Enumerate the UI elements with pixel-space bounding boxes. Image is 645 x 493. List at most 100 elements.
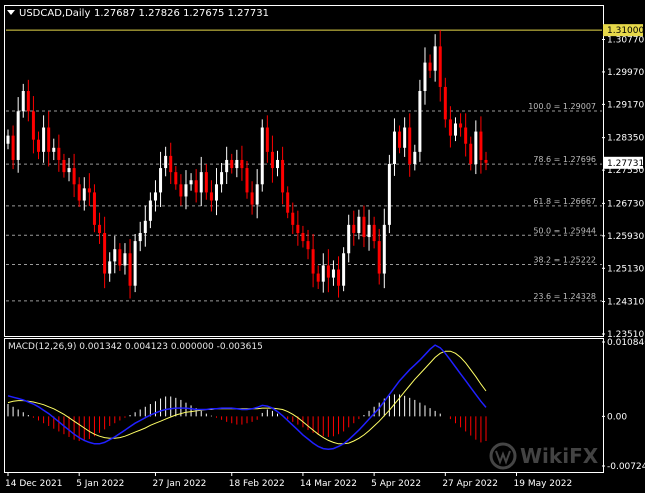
candle-body xyxy=(209,192,213,201)
fib-label: 61.8 = 1.26667 xyxy=(533,197,596,206)
candle-body xyxy=(306,241,310,250)
date-tick-label: 5 Apr 2022 xyxy=(371,479,421,489)
candle-body xyxy=(418,90,422,152)
candle-body xyxy=(448,119,452,136)
candle-body xyxy=(225,159,229,173)
candle-body xyxy=(433,46,437,71)
candle-body xyxy=(255,184,259,205)
price-tick-label: 1.24310 xyxy=(607,298,644,308)
candle-body xyxy=(77,184,81,201)
candle-body xyxy=(31,111,35,140)
candle-body xyxy=(362,216,366,238)
candle-body xyxy=(235,159,239,169)
candle-body xyxy=(286,192,290,213)
candle-body xyxy=(230,159,234,169)
candle-body xyxy=(276,159,280,169)
macd-tick-label: -0.00724 xyxy=(607,462,645,472)
price-tick-label: 1.28350 xyxy=(607,134,644,144)
candle-body xyxy=(443,86,447,120)
macd-line xyxy=(7,344,487,451)
date-tick-label: 27 Apr 2022 xyxy=(442,479,498,489)
candle-body xyxy=(398,131,402,148)
candle-body xyxy=(265,127,269,152)
candle-body xyxy=(21,90,25,112)
price-tick-label: 1.26730 xyxy=(607,199,644,209)
candle-body xyxy=(382,224,386,274)
symbol-title: USDCAD,Daily xyxy=(19,8,90,19)
candle-body xyxy=(103,232,107,274)
wikifx-logo xyxy=(489,442,517,470)
candle-body xyxy=(174,172,178,185)
candle-body xyxy=(138,232,142,242)
date-tick-label: 19 May 2022 xyxy=(514,479,573,489)
candle-body xyxy=(459,123,463,128)
candle-body xyxy=(377,241,381,274)
fib-label: 50.0 = 1.25944 xyxy=(533,226,596,235)
price-tick-label: 1.25930 xyxy=(607,232,644,242)
candle-body xyxy=(108,261,112,274)
candle-body xyxy=(311,249,315,274)
candle-body xyxy=(423,62,427,91)
candle-body xyxy=(220,172,224,185)
candle-body xyxy=(194,180,198,193)
candle-body xyxy=(87,188,91,193)
candle-body xyxy=(169,155,173,173)
chevron-down-icon[interactable] xyxy=(7,10,15,15)
candle-body xyxy=(52,147,56,152)
chart-canvas: USDCAD,Daily 1.27687 1.27826 1.27675 1.2… xyxy=(4,5,645,489)
candle-body xyxy=(326,265,330,278)
candle-body xyxy=(47,127,51,152)
ohlc-values: 1.27687 1.27826 1.27675 1.27731 xyxy=(94,8,269,19)
candle-body xyxy=(392,131,396,165)
current-price-label: 1.27731 xyxy=(607,159,644,169)
candle-body xyxy=(245,168,249,193)
candle-body xyxy=(98,224,102,233)
candle-body xyxy=(62,159,66,173)
macd-tick-label: 0.00 xyxy=(607,412,627,422)
candle-body xyxy=(184,184,188,197)
fib-label: 38.2 = 1.25222 xyxy=(533,256,596,265)
price-panel-border xyxy=(4,5,604,337)
candle-body xyxy=(342,253,346,286)
candle-body xyxy=(428,62,432,71)
candle-body xyxy=(118,249,122,266)
candle-body xyxy=(189,180,193,185)
macd-tick-label: 0.010846 xyxy=(607,338,645,348)
candle-body xyxy=(316,273,320,282)
candle-body xyxy=(453,123,457,136)
candle-body xyxy=(337,269,341,286)
macd-label: MACD(12,26,9) 0.001342 0.004123 0.000000… xyxy=(8,342,263,352)
candle-body xyxy=(6,135,10,144)
candle-body xyxy=(464,127,468,144)
candle-body xyxy=(352,224,356,233)
candle-body xyxy=(413,151,417,165)
candle-body xyxy=(469,143,473,165)
price-tick-label: 1.25130 xyxy=(607,264,644,274)
candle-body xyxy=(128,253,132,286)
candle-body xyxy=(159,168,163,193)
resistance-price-label: 1.31000 xyxy=(607,26,644,36)
candle-body xyxy=(474,131,478,165)
candle-body xyxy=(301,232,305,242)
candle-body xyxy=(270,151,274,169)
candle-body xyxy=(57,147,61,160)
candle-body xyxy=(92,192,96,225)
candle-body xyxy=(164,155,168,169)
candle-body xyxy=(113,249,117,262)
candle-body xyxy=(199,172,203,193)
candle-body xyxy=(16,111,20,160)
date-tick-label: 27 Jan 2022 xyxy=(152,479,206,489)
price-tick-label: 1.29970 xyxy=(607,68,644,78)
candle-body xyxy=(479,131,483,160)
candle-body xyxy=(123,253,127,266)
price-tick-label: 1.30770 xyxy=(607,35,644,45)
candle-body xyxy=(133,241,137,286)
candle-body xyxy=(179,184,183,197)
candle-body xyxy=(281,159,285,193)
candle-body xyxy=(240,159,244,169)
candle-body xyxy=(357,216,361,233)
candle-body xyxy=(484,159,488,163)
candle-body xyxy=(11,135,15,160)
candle-body xyxy=(82,188,86,201)
price-tick-label: 1.29170 xyxy=(607,100,644,110)
